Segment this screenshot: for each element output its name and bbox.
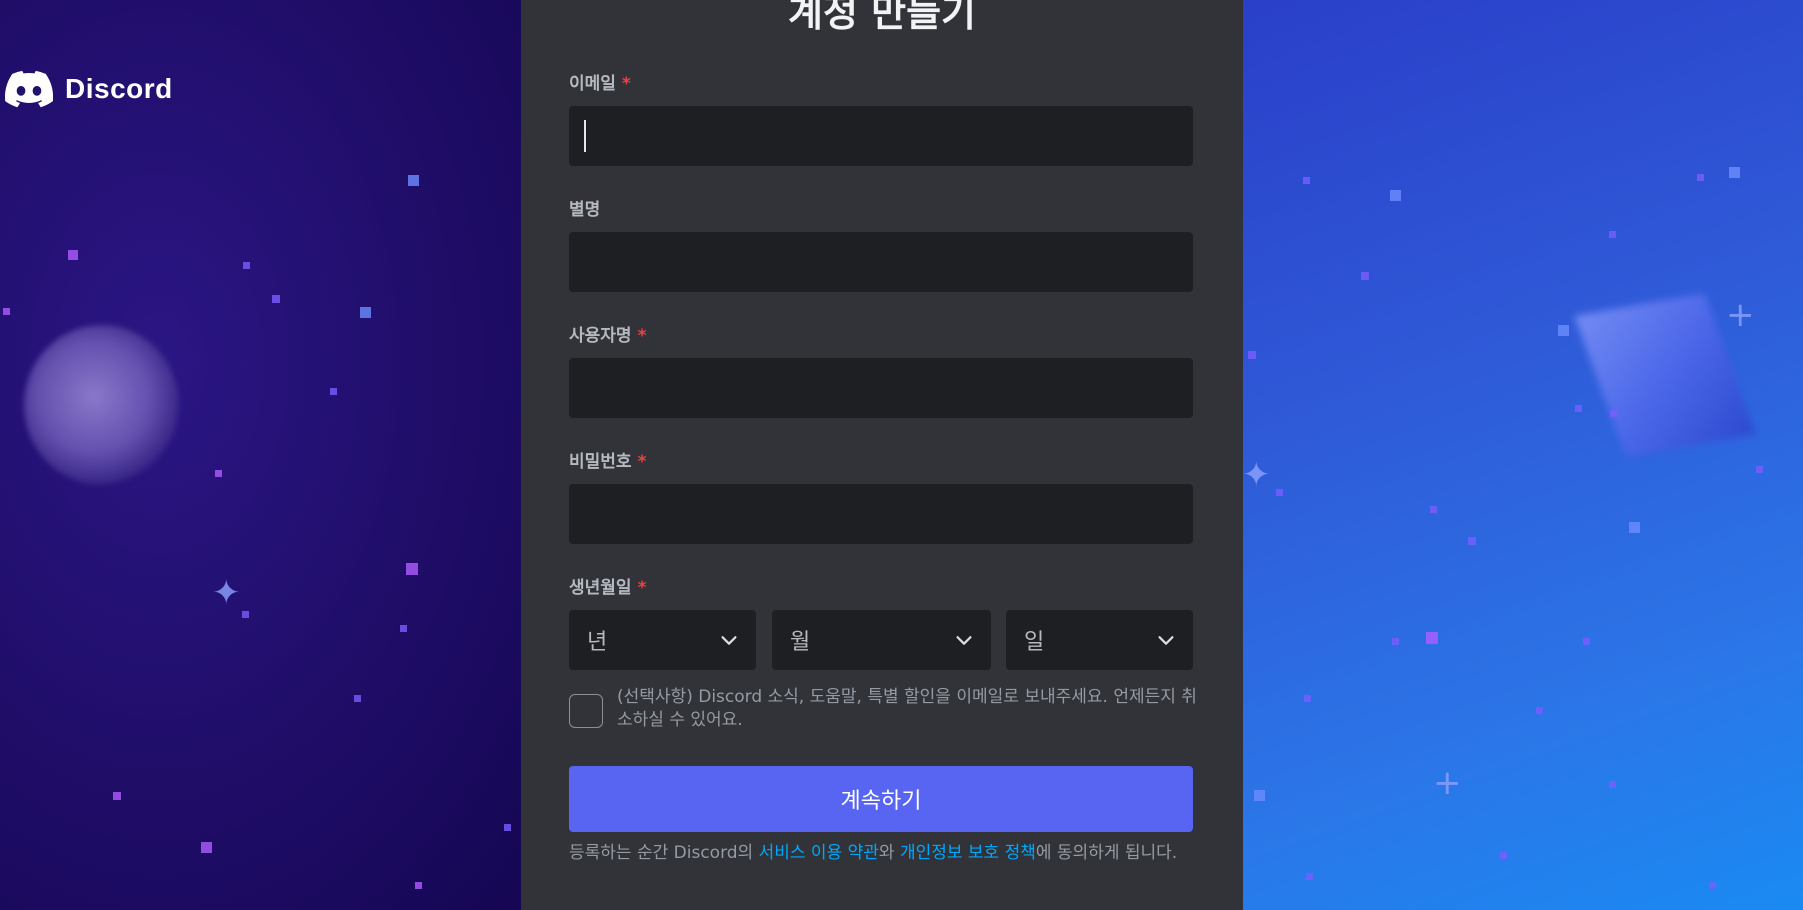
username-label-text: 사용자명 <box>569 326 632 346</box>
display-name-label-text: 별명 <box>569 200 601 220</box>
required-marker: * <box>637 452 647 472</box>
chevron-down-icon <box>956 636 972 645</box>
legal-notice: 등록하는 순간 Discord의 서비스 이용 약관와 개인정보 보호 정책에 … <box>569 842 1199 865</box>
marketing-optin-checkbox[interactable] <box>569 694 603 728</box>
legal-prefix: 등록하는 순간 Discord의 <box>569 843 759 863</box>
month-select[interactable]: 월 <box>772 610 991 670</box>
terms-link[interactable]: 서비스 이용 약관 <box>759 843 879 863</box>
day-select[interactable]: 일 <box>1006 610 1193 670</box>
legal-middle: 와 <box>878 843 900 863</box>
password-input[interactable] <box>569 484 1193 544</box>
brand-name: Discord <box>65 73 173 104</box>
discord-logo-icon <box>5 70 53 108</box>
decorative-orb <box>24 325 179 485</box>
required-marker: * <box>637 578 647 598</box>
password-label-text: 비밀번호 <box>569 452 632 472</box>
text-cursor <box>584 120 586 152</box>
required-marker: * <box>621 74 631 94</box>
email-label: 이메일 * <box>569 69 631 94</box>
background-right <box>1240 0 1803 910</box>
month-select-value: 월 <box>790 630 811 655</box>
register-card: 계정 만들기 이메일 * 별명 사용자명 * 비밀번호 * 생년월일 * 년 월 일 (… <box>521 0 1243 910</box>
year-select-value: 년 <box>587 630 608 655</box>
required-marker: * <box>637 326 647 346</box>
display-name-label: 별명 <box>569 195 600 220</box>
brand: Discord <box>5 70 173 108</box>
birthdate-label: 생년월일 * <box>569 573 646 598</box>
chevron-down-icon <box>1158 636 1174 645</box>
password-label: 비밀번호 * <box>569 447 646 472</box>
display-name-input[interactable] <box>569 232 1193 292</box>
chevron-down-icon <box>721 636 737 645</box>
page-title: 계정 만들기 <box>787 0 977 35</box>
username-label: 사용자명 * <box>569 321 646 346</box>
year-select[interactable]: 년 <box>569 610 756 670</box>
day-select-value: 일 <box>1024 630 1045 655</box>
email-input[interactable] <box>569 106 1193 166</box>
legal-suffix: 에 동의하게 됩니다. <box>1035 843 1178 863</box>
privacy-link[interactable]: 개인정보 보호 정책 <box>900 843 1036 863</box>
marketing-optin-label: (선택사항) Discord 소식, 도움말, 특별 할인을 이메일로 보내주세… <box>617 687 1197 730</box>
username-input[interactable] <box>569 358 1193 418</box>
email-label-text: 이메일 <box>569 74 616 94</box>
birthdate-label-text: 생년월일 <box>569 578 632 598</box>
continue-button[interactable]: 계속하기 <box>569 766 1193 832</box>
